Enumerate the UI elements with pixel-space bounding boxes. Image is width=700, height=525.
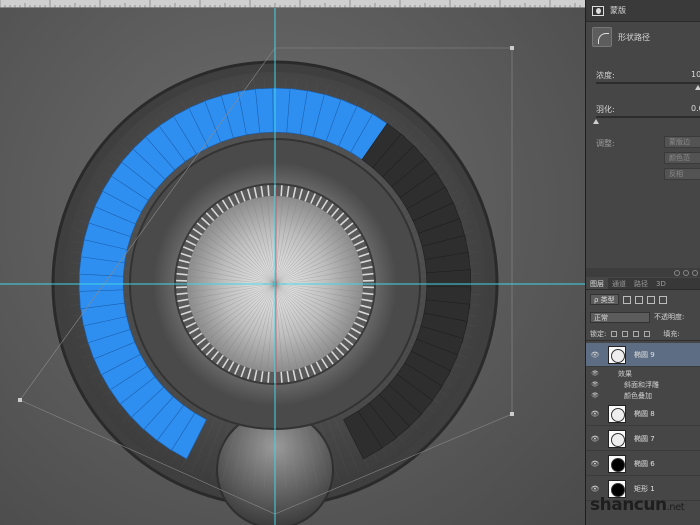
- bevel-emboss-label: 斜面和浮雕: [624, 380, 659, 389]
- adjustment-filter-icon[interactable]: [634, 295, 643, 304]
- mask-edge-button[interactable]: 蒙版边: [664, 136, 700, 148]
- visibility-icon[interactable]: [692, 269, 698, 276]
- layer-row[interactable]: 👁 椭圆 9: [586, 343, 700, 367]
- properties-panel: 蒙版 形状路径 浓度: 10 羽化: 0.0 调整: 蒙版边 颜色范 反相 图层…: [585, 0, 700, 525]
- knob-tooth: [280, 185, 283, 197]
- blend-row: 正常 不透明度:: [586, 309, 700, 325]
- selection-icon[interactable]: [674, 269, 680, 276]
- opacity-label: 不透明度:: [654, 313, 685, 321]
- knob-tooth: [267, 185, 270, 197]
- effects-row[interactable]: 👁 效果: [586, 368, 700, 379]
- layer-name[interactable]: 椭圆 8: [634, 409, 655, 419]
- filter-type-select[interactable]: ρ 类型: [590, 294, 619, 305]
- dial-artwork[interactable]: [0, 8, 585, 525]
- shape-path-label: 形状路径: [618, 32, 650, 42]
- layer-row[interactable]: 👁 椭圆 7: [586, 427, 700, 451]
- invert-button[interactable]: 反相: [664, 168, 700, 180]
- top-ruler: [0, 0, 585, 8]
- layer-thumbnail[interactable]: [608, 404, 626, 423]
- color-range-button[interactable]: 颜色范: [664, 152, 700, 164]
- density-slider-knob[interactable]: [695, 85, 700, 90]
- layer-row[interactable]: 👁 椭圆 8: [586, 402, 700, 426]
- document-canvas[interactable]: [0, 0, 585, 525]
- feather-slider-knob[interactable]: [593, 119, 599, 124]
- tab-paths[interactable]: 路径: [630, 278, 652, 289]
- feather-label: 羽化:: [596, 105, 615, 114]
- knob-tooth: [280, 371, 283, 383]
- layers-tabs: 图层 通道 路径 3D: [586, 278, 700, 290]
- mask-header: 蒙版: [586, 0, 700, 22]
- ruler-ticks: [0, 0, 581, 8]
- layer-thumbnail[interactable]: [608, 429, 626, 448]
- lock-image-icon[interactable]: [622, 330, 629, 337]
- text-filter-icon[interactable]: [646, 295, 655, 304]
- eye-icon[interactable]: 👁: [586, 435, 604, 443]
- feather-slider-row[interactable]: 羽化: 0.0: [586, 96, 700, 126]
- feather-value[interactable]: 0.0: [691, 104, 700, 113]
- shape-path-row[interactable]: 形状路径: [586, 25, 700, 49]
- lock-row: 锁定: 填充:: [586, 327, 700, 341]
- density-label: 浓度:: [596, 71, 615, 80]
- adjust-label: 调整:: [596, 139, 615, 148]
- feather-track[interactable]: [596, 116, 700, 118]
- layer-name[interactable]: 椭圆 9: [634, 350, 655, 360]
- panel-title: 蒙版: [610, 6, 626, 15]
- panel-footer-icons: [586, 268, 700, 277]
- density-track[interactable]: [596, 82, 700, 84]
- watermark-main: shancun: [590, 495, 667, 515]
- eye-icon[interactable]: 👁: [586, 460, 604, 468]
- apply-mask-icon[interactable]: [683, 269, 689, 276]
- knob-tooth: [267, 371, 270, 383]
- layer-name[interactable]: 椭圆 7: [634, 434, 655, 444]
- effects-label: 效果: [618, 369, 632, 378]
- blend-mode-select[interactable]: 正常: [590, 311, 650, 323]
- watermark-logo: shancun.net: [590, 495, 700, 523]
- layer-name[interactable]: 椭圆 6: [634, 459, 655, 469]
- tab-3d[interactable]: 3D: [652, 278, 670, 289]
- layer-row[interactable]: 👁 椭圆 6: [586, 452, 700, 476]
- lock-label: 锁定:: [590, 329, 607, 338]
- lock-position-icon[interactable]: [633, 330, 640, 337]
- path-anchor[interactable]: [18, 398, 22, 402]
- eye-icon[interactable]: 👁: [586, 370, 604, 377]
- shape-filter-icon[interactable]: [658, 295, 667, 304]
- fill-label: 填充:: [663, 329, 680, 338]
- density-slider-row[interactable]: 浓度: 10: [586, 62, 700, 92]
- eye-icon[interactable]: 👁: [586, 392, 604, 399]
- effect-item[interactable]: 👁 颜色叠加: [586, 390, 700, 401]
- tab-layers[interactable]: 图层: [586, 278, 608, 289]
- image-filter-icon[interactable]: [622, 295, 631, 304]
- tab-channels[interactable]: 通道: [608, 278, 630, 289]
- layer-thumbnail[interactable]: [608, 345, 626, 364]
- mask-icon[interactable]: [592, 5, 604, 16]
- layer-filter-row: ρ 类型: [586, 292, 700, 307]
- watermark-suffix: .net: [666, 502, 685, 513]
- eye-icon[interactable]: 👁: [586, 485, 604, 493]
- shape-path-icon[interactable]: [592, 27, 612, 47]
- density-value[interactable]: 10: [691, 70, 700, 79]
- eye-icon[interactable]: 👁: [586, 410, 604, 418]
- lock-pixels-icon[interactable]: [611, 330, 618, 337]
- path-anchor[interactable]: [510, 412, 514, 416]
- effect-item[interactable]: 👁 斜面和浮雕: [586, 379, 700, 390]
- eye-icon[interactable]: 👁: [586, 351, 604, 359]
- path-anchor[interactable]: [510, 46, 514, 50]
- lock-icon[interactable]: [644, 330, 651, 337]
- adjust-section: 调整: 蒙版边 颜色范 反相: [586, 132, 700, 188]
- layer-name[interactable]: 矩形 1: [634, 484, 655, 494]
- color-overlay-label: 颜色叠加: [624, 391, 652, 400]
- eye-icon[interactable]: 👁: [586, 381, 604, 388]
- layer-thumbnail[interactable]: [608, 454, 626, 473]
